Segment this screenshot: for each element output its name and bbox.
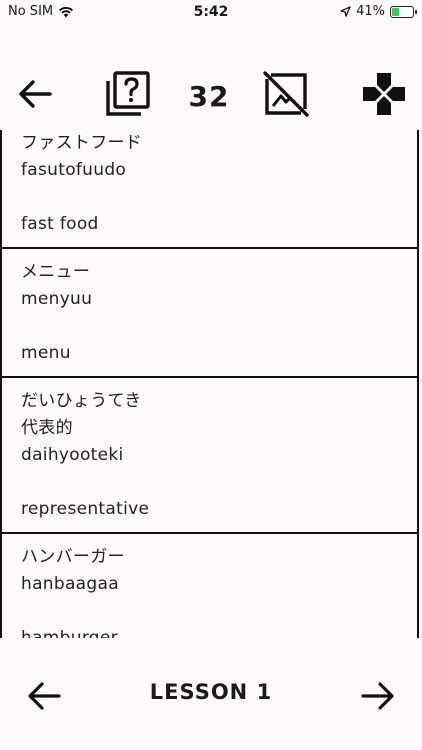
quiz-cards-icon bbox=[106, 71, 150, 116]
word-card[interactable]: メニュー menyuu menu bbox=[0, 249, 419, 378]
meaning-text: fast food bbox=[21, 214, 99, 234]
kana-text: だいひょうてき bbox=[21, 391, 142, 411]
battery-icon bbox=[390, 5, 417, 18]
romaji-text: hanbaagaa bbox=[21, 574, 119, 594]
meaning-text: hamburger bbox=[21, 628, 118, 638]
romaji-text: daihyooteki bbox=[21, 445, 124, 465]
romaji-text: menyuu bbox=[21, 289, 93, 309]
kana-text: ハンバーガー bbox=[21, 547, 125, 567]
location-arrow-icon bbox=[340, 6, 351, 17]
romaji-text: fasutofuudo bbox=[21, 160, 127, 180]
back-button[interactable] bbox=[11, 70, 59, 118]
kana-text: メニュー bbox=[21, 262, 91, 282]
battery-percent: 41% bbox=[356, 4, 385, 19]
next-lesson-button[interactable] bbox=[354, 674, 402, 718]
image-off-icon bbox=[263, 71, 309, 117]
arrow-left-icon bbox=[19, 80, 52, 108]
meaning-text: menu bbox=[21, 343, 71, 363]
word-card[interactable]: だいひょうてき 代表的 daihyooteki representative bbox=[0, 378, 419, 534]
quiz-button[interactable] bbox=[104, 70, 152, 118]
word-count: 32 bbox=[188, 80, 230, 113]
word-card[interactable]: ハンバーガー hanbaagaa hamburger bbox=[0, 534, 419, 638]
arrow-right-icon bbox=[361, 682, 394, 710]
status-bar: No SIM 5:42 41% bbox=[0, 0, 422, 26]
status-right: 41% bbox=[340, 4, 417, 19]
lesson-nav-bar: LESSON 1 bbox=[0, 638, 422, 750]
kana-text: ファストフード bbox=[21, 133, 143, 153]
toggle-images-button[interactable] bbox=[262, 70, 310, 118]
gamepad-icon bbox=[363, 73, 405, 115]
game-button[interactable] bbox=[360, 70, 408, 118]
top-toolbar: 32 bbox=[0, 58, 422, 130]
meaning-text: representative bbox=[21, 499, 150, 519]
word-card[interactable]: ファストフード fasutofuudo fast food bbox=[0, 130, 419, 249]
battery-fill bbox=[392, 7, 399, 16]
kanji-text: 代表的 bbox=[21, 418, 73, 438]
word-list[interactable]: ファストフード fasutofuudo fast food メニュー menyu… bbox=[0, 130, 422, 638]
